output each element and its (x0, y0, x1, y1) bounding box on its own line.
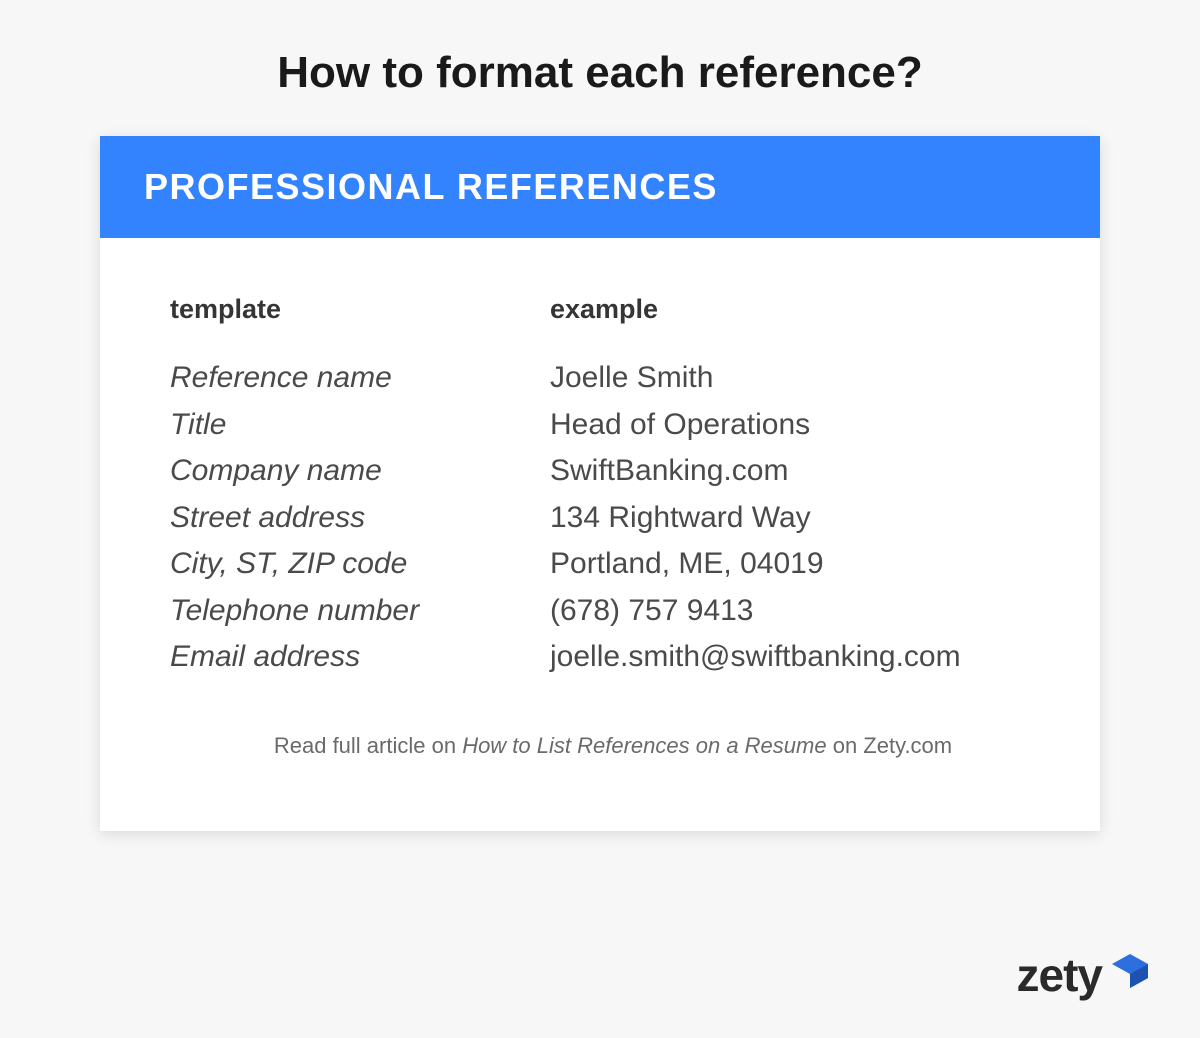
template-row: Reference name (170, 355, 540, 402)
template-row: Title (170, 402, 540, 449)
example-row: SwiftBanking.com (550, 448, 1056, 495)
columns: template Reference name Title Company na… (170, 294, 1056, 681)
example-row: 134 Rightward Way (550, 495, 1056, 542)
example-column: example Joelle Smith Head of Operations … (550, 294, 1056, 681)
template-row: Street address (170, 495, 540, 542)
template-row: Email address (170, 634, 540, 681)
template-row: Company name (170, 448, 540, 495)
example-row: joelle.smith@swiftbanking.com (550, 634, 1056, 681)
logo-text: zety (1017, 948, 1102, 1002)
logo-mark-icon (1108, 950, 1152, 994)
template-label: template (170, 294, 540, 325)
footer-prefix: Read full article on (274, 733, 462, 758)
card-header: PROFESSIONAL REFERENCES (100, 136, 1100, 238)
example-row: (678) 757 9413 (550, 588, 1056, 635)
example-row: Portland, ME, 04019 (550, 541, 1056, 588)
example-row: Joelle Smith (550, 355, 1056, 402)
template-row: Telephone number (170, 588, 540, 635)
example-row: Head of Operations (550, 402, 1056, 449)
footer-note: Read full article on How to List Referen… (170, 681, 1056, 795)
page-title: How to format each reference? (0, 0, 1200, 136)
footer-suffix: on Zety.com (827, 733, 953, 758)
template-row: City, ST, ZIP code (170, 541, 540, 588)
example-label: example (550, 294, 1056, 325)
template-column: template Reference name Title Company na… (170, 294, 540, 681)
zety-logo: zety (1017, 948, 1152, 1002)
reference-card: PROFESSIONAL REFERENCES template Referen… (100, 136, 1100, 831)
card-body: template Reference name Title Company na… (100, 238, 1100, 831)
footer-article-title: How to List References on a Resume (462, 733, 826, 758)
